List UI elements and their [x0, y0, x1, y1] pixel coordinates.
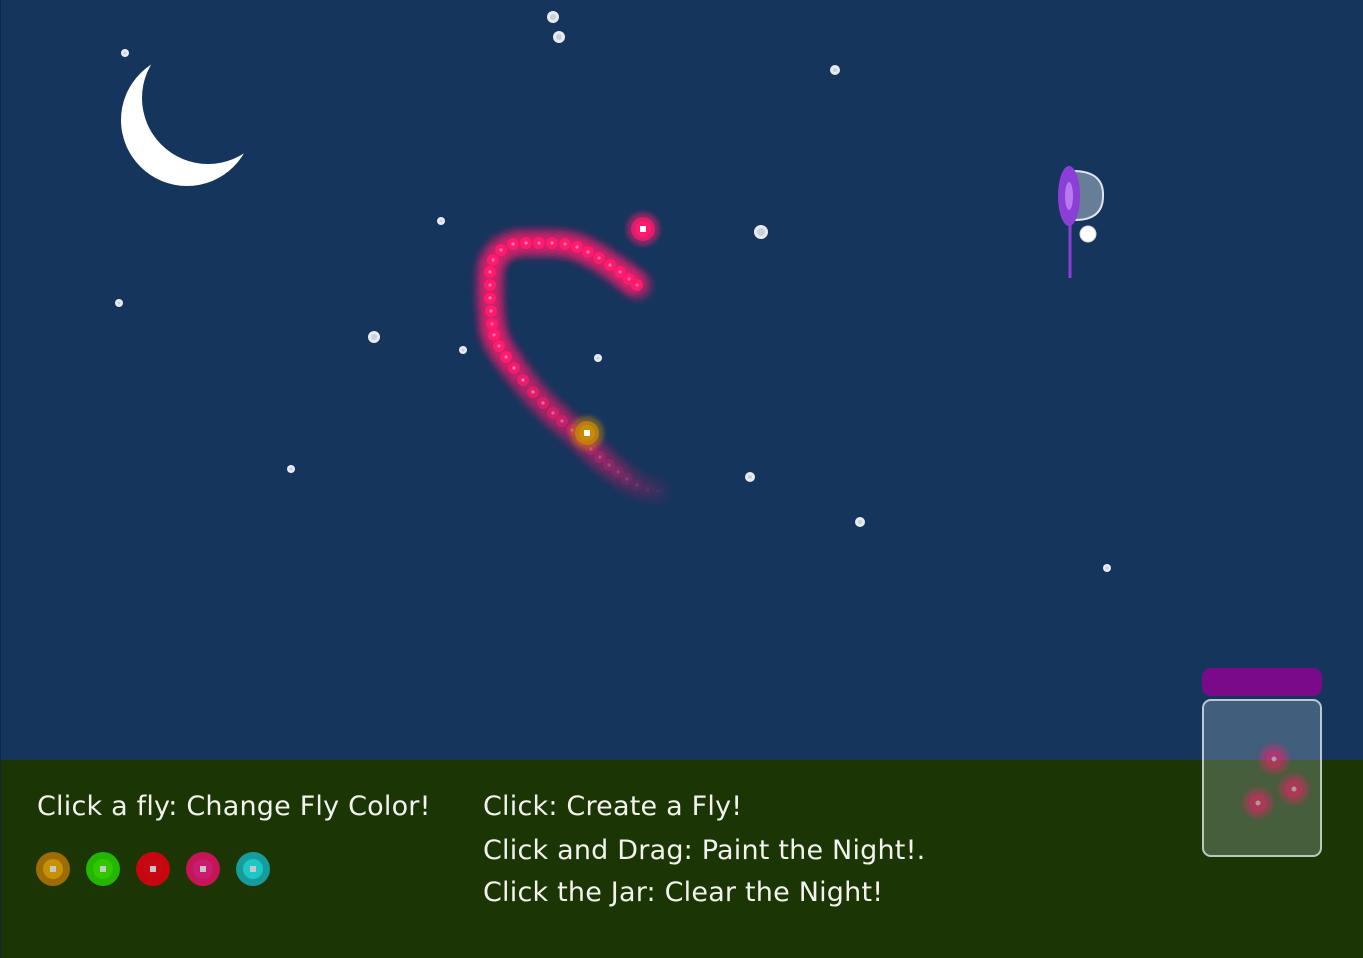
- jar-firefly-icon: [1243, 788, 1273, 818]
- star-icon: [547, 11, 559, 23]
- star-icon: [855, 517, 865, 527]
- firefly-icon[interactable]: [626, 212, 660, 246]
- clear-instruction: Click the Jar: Clear the Night!: [483, 877, 884, 908]
- fly-color-swatch-pink[interactable]: [186, 852, 220, 886]
- jar-lid[interactable]: [1202, 668, 1322, 696]
- change-color-hint: Click a fly: Change Fly Color!: [37, 791, 431, 822]
- trail-dot: [644, 477, 672, 505]
- star-icon: [437, 217, 445, 225]
- star-icon: [830, 65, 840, 75]
- swatch-dot: [100, 866, 106, 872]
- star-icon: [287, 465, 295, 473]
- fly-color-swatch-red[interactable]: [136, 852, 170, 886]
- jar-contents: [1243, 744, 1309, 818]
- fly-color-swatch-teal[interactable]: [236, 852, 270, 886]
- moon-icon: [121, 54, 253, 186]
- star-icon: [594, 354, 602, 362]
- star-icon: [115, 299, 123, 307]
- star-icon: [745, 472, 755, 482]
- jar-icon[interactable]: [1201, 668, 1325, 860]
- paint-trail: [476, 229, 672, 505]
- swatch-dot: [50, 866, 56, 872]
- swatch-dot: [150, 866, 156, 872]
- swatch-dot: [200, 866, 206, 872]
- game-canvas[interactable]: Click a fly: Change Fly Color! Click: Cr…: [0, 0, 1363, 958]
- star-icon: [368, 331, 380, 343]
- star-icon: [553, 31, 565, 43]
- swatch-dot: [250, 866, 256, 872]
- star-icon: [754, 225, 768, 239]
- fly-color-swatch-orange[interactable]: [36, 852, 70, 886]
- net-icon[interactable]: [1058, 166, 1105, 278]
- star-icon: [1103, 564, 1111, 572]
- jar-firefly-icon: [1279, 774, 1309, 804]
- jar-firefly-icon: [1259, 744, 1289, 774]
- create-fly-instruction: Click: Create a Fly!: [483, 791, 743, 822]
- firefly-icon[interactable]: [570, 416, 604, 450]
- star-icon: [459, 346, 467, 354]
- paint-instruction: Click and Drag: Paint the Night!.: [483, 835, 926, 866]
- fly-color-swatch-green[interactable]: [86, 852, 120, 886]
- jar-body[interactable]: [1202, 699, 1322, 857]
